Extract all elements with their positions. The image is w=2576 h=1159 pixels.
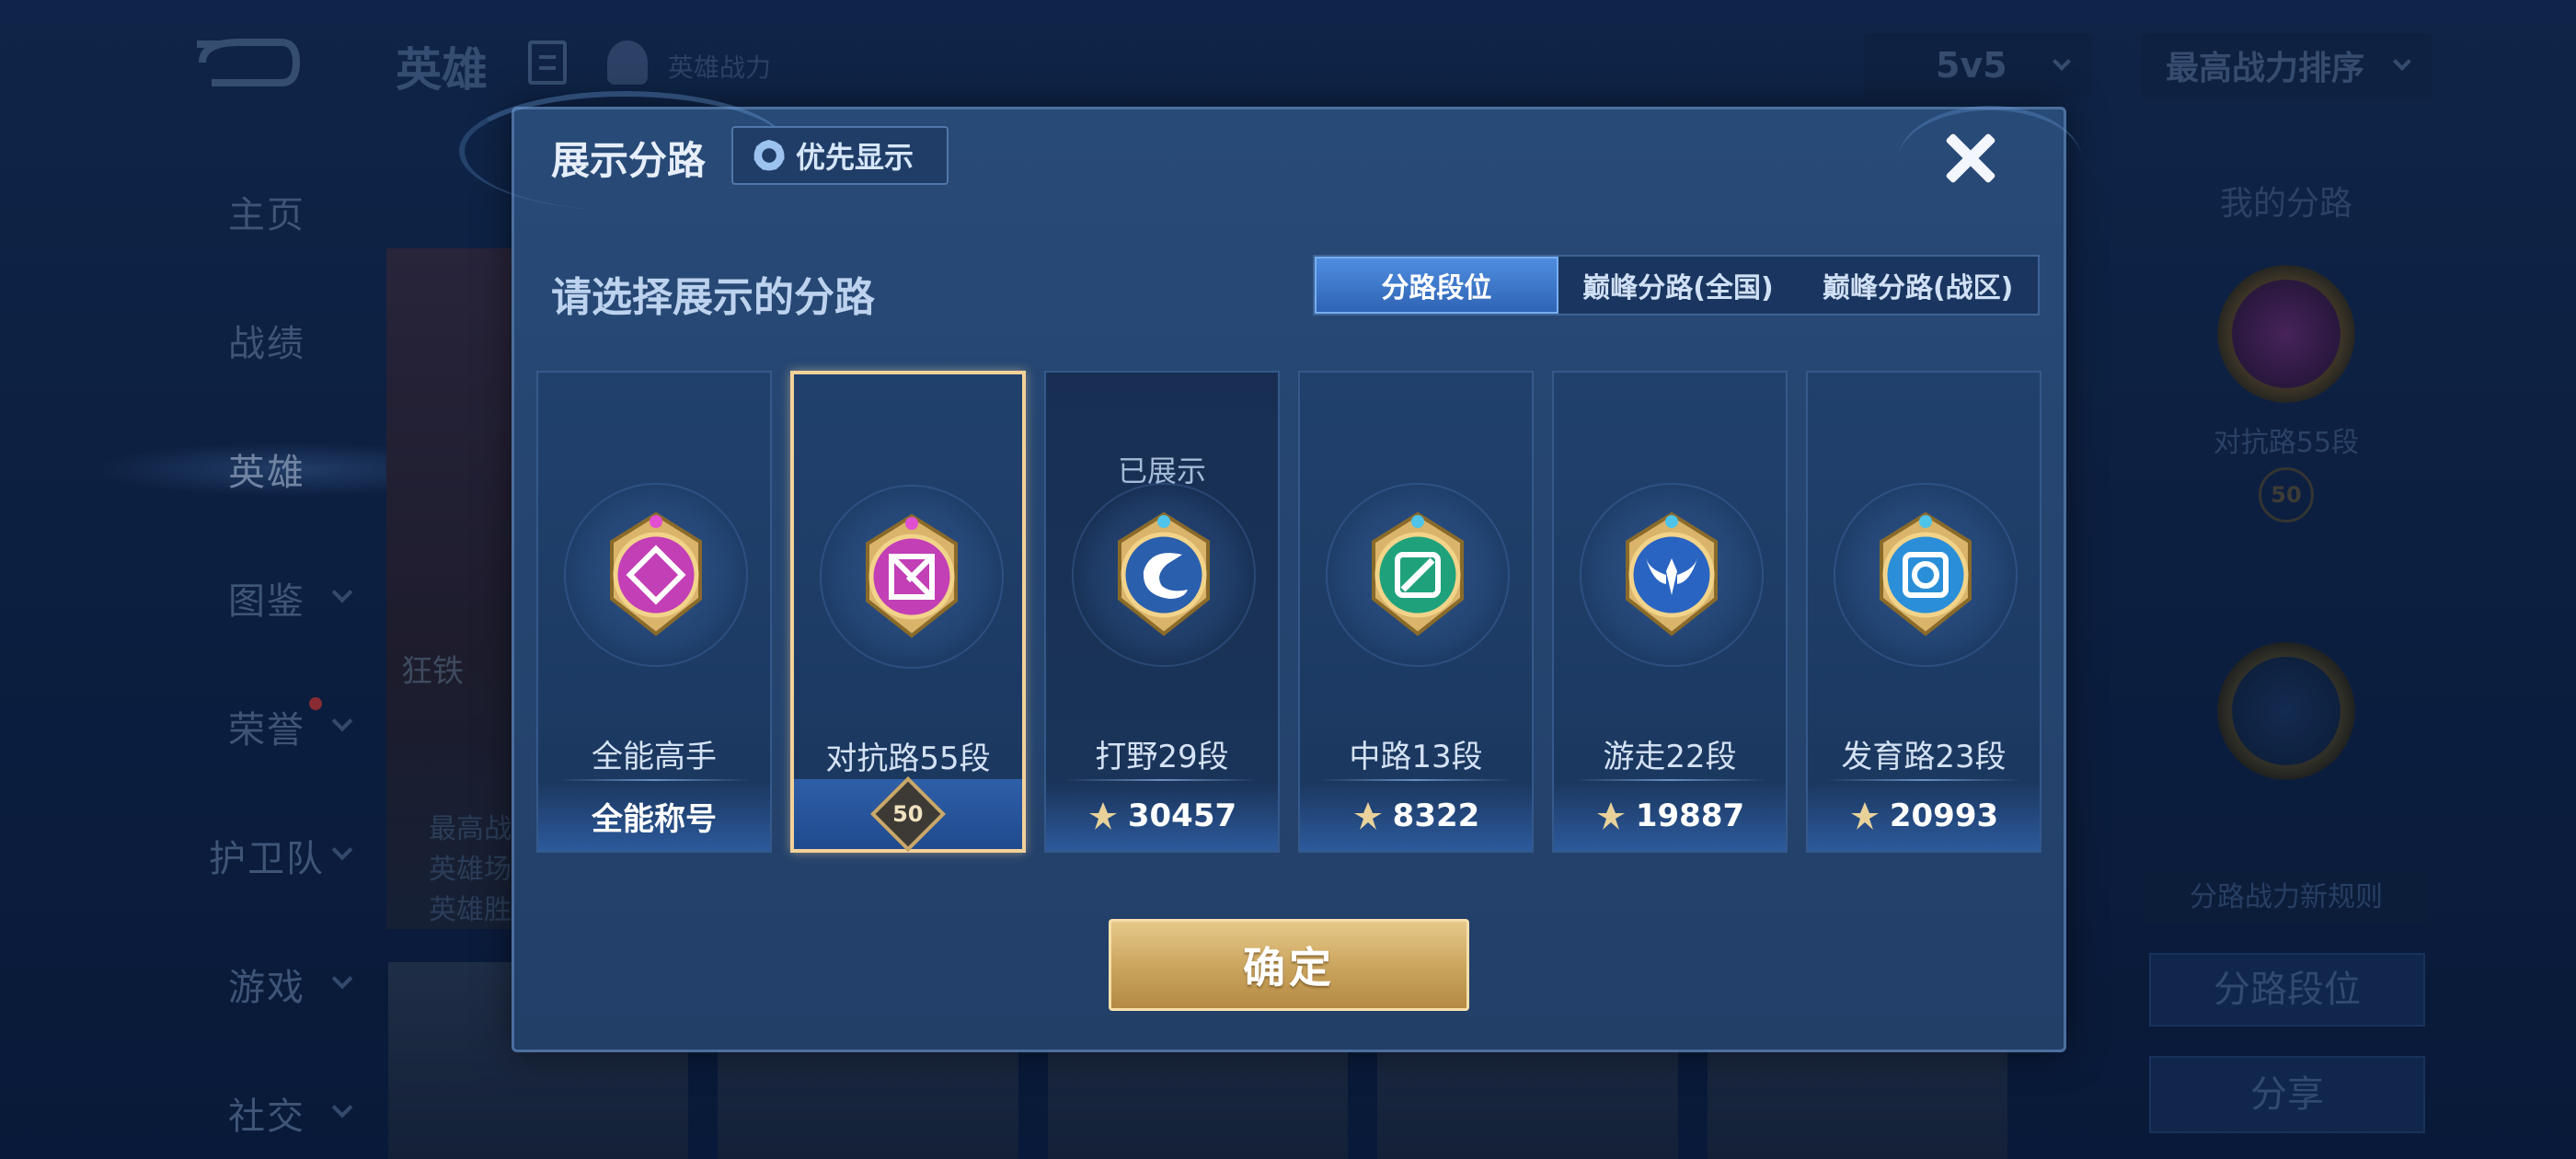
power-icon	[1353, 802, 1382, 830]
power-value: 19887	[1635, 798, 1745, 834]
tab-lane-rank[interactable]: 分路段位	[1315, 257, 1558, 314]
display-lane-dialog: 展示分路 优先显示 请选择展示的分路 分路段位 巅峰分路(全国) 巅峰分路(战区…	[459, 91, 2082, 1052]
lane-card-all-round[interactable]: 全能高手 全能称号	[536, 371, 772, 853]
lane-card-footer: 全能称号	[538, 781, 770, 851]
lane-card-roam[interactable]: 游走22段 19887	[1552, 371, 1788, 853]
lane-card-list: 全能高手 全能称号 对抗路55段 50 已展示 打野29段 30457 中路13…	[536, 371, 2041, 856]
level-value: 50	[892, 801, 924, 827]
power-value: 8322	[1392, 798, 1480, 834]
all-round-icon	[610, 511, 702, 637]
lane-card-footer: 8322	[1300, 781, 1532, 851]
lane-rank-label: 全能高手	[592, 739, 717, 775]
mid-lane-icon	[1372, 511, 1464, 637]
farm-lane-icon	[1880, 511, 1972, 637]
power-value: 30457	[1127, 798, 1237, 834]
jungle-dragon-icon	[1118, 511, 1210, 637]
lane-card-footer: 20993	[1808, 781, 2040, 851]
lane-rank-label: 对抗路55段	[825, 740, 991, 777]
roam-wings-icon	[1626, 511, 1718, 637]
tab-peak-region[interactable]: 巅峰分路(战区)	[1798, 257, 2038, 314]
lane-card-footer: 30457	[1046, 781, 1278, 851]
power-value: 20993	[1889, 798, 1999, 834]
dialog-subtitle: 请选择展示的分路	[551, 274, 875, 321]
close-icon[interactable]	[1938, 126, 2003, 190]
lane-rank-label: 中路13段	[1349, 739, 1483, 775]
lane-rank-label: 发育路23段	[1841, 739, 2007, 775]
lane-card-mid[interactable]: 中路13段 8322	[1298, 371, 1534, 853]
lane-rank-label: 打野29段	[1095, 739, 1229, 775]
lane-card-footer: 50	[794, 775, 1022, 853]
priority-display-label: 优先显示	[796, 140, 914, 175]
title-label: 全能称号	[592, 800, 717, 838]
power-icon	[1596, 802, 1625, 830]
priority-display-button[interactable]: 优先显示	[731, 126, 949, 185]
power-icon	[1088, 802, 1117, 830]
confirm-button[interactable]: 确定	[1109, 919, 1469, 1011]
lane-card-footer: 19887	[1554, 781, 1786, 851]
power-icon	[1850, 802, 1879, 830]
lane-rank-label: 游走22段	[1603, 739, 1737, 775]
lane-tabs: 分路段位 巅峰分路(全国) 巅峰分路(战区)	[1313, 255, 2040, 316]
clash-lane-icon	[866, 513, 958, 638]
lane-card-jungle[interactable]: 已展示 打野29段 30457	[1044, 371, 1280, 853]
level-badge: 50	[869, 775, 947, 853]
lane-card-farm[interactable]: 发育路23段 20993	[1806, 371, 2041, 853]
tab-peak-national[interactable]: 巅峰分路(全国)	[1558, 257, 1799, 314]
dialog-title: 展示分路	[551, 138, 707, 183]
lane-card-clash[interactable]: 对抗路55段 50	[790, 371, 1026, 853]
gear-icon	[752, 138, 787, 173]
